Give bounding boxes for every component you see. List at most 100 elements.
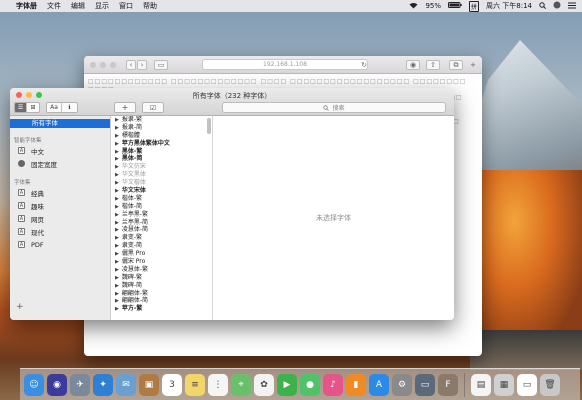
disclosure-triangle-icon[interactable]: ▶ [115,141,119,147]
font-family-row[interactable]: ▶ 凌慧体-繁 [111,266,212,274]
siri-icon[interactable]: ◉ [47,373,67,396]
window-thumb-icon[interactable]: ▭ [517,373,537,396]
notification-center-icon[interactable] [568,2,576,11]
stack-icon[interactable]: ▦ [494,373,514,396]
disclosure-triangle-icon[interactable]: ▶ [115,125,119,131]
wifi-icon[interactable] [409,2,418,11]
disclosure-triangle-icon[interactable]: ▶ [115,172,119,178]
validate-button[interactable]: ☑ [142,102,164,113]
disclosure-triangle-icon[interactable]: ▶ [115,259,119,265]
battery-icon[interactable] [448,2,462,10]
add-font-button[interactable]: + [114,102,136,113]
messages-icon[interactable]: ● [300,373,320,396]
notes-icon[interactable]: ≡ [185,373,205,396]
screenshot-icon[interactable]: ▭ [415,373,435,396]
disclosure-triangle-icon[interactable]: ▶ [115,227,119,233]
font-family-row[interactable]: ▶ 华文黑体 [111,171,212,179]
font-family-row[interactable]: ▶ 魏碑-繁 [111,274,212,282]
sidebar-item-fixed-width[interactable]: 固定宽度 [10,157,110,170]
sidebar-item-pdf[interactable]: A PDF [10,238,110,251]
sidebar-view-toggle[interactable]: ☰ ⊞ [14,102,40,113]
disclosure-triangle-icon[interactable]: ▶ [115,196,119,202]
reminders-icon[interactable]: ⋮ [208,373,228,396]
trash-icon[interactable]: 🗑 [540,373,560,396]
disclosure-triangle-icon[interactable]: ▶ [115,149,119,155]
appstore-icon[interactable]: A [369,373,389,396]
sample-view-icon[interactable]: Aa [47,103,63,112]
disclosure-triangle-icon[interactable]: ▶ [115,243,119,249]
new-tab-icon[interactable]: + [468,60,478,70]
disclosure-triangle-icon[interactable]: ▶ [115,267,119,273]
disclosure-triangle-icon[interactable]: ▶ [115,291,119,297]
disclosure-triangle-icon[interactable]: ▶ [115,212,119,218]
url-field[interactable]: 192.168.1.108 [202,59,368,70]
back-button[interactable]: ‹ [126,60,136,70]
disclosure-triangle-icon[interactable]: ▶ [115,156,119,162]
launchpad-icon[interactable]: ✈ [70,373,90,396]
zoom-icon[interactable] [110,62,116,68]
disclosure-triangle-icon[interactable]: ▶ [115,164,119,170]
font-family-row[interactable]: ▶ 標楷體 [111,132,212,140]
fontbook-icon[interactable]: F [438,373,458,396]
close-icon[interactable] [90,62,96,68]
grid-view-icon[interactable]: ⊞ [27,103,39,112]
minimize-icon[interactable] [100,62,106,68]
sidebar-item-web[interactable]: A 网页 [10,212,110,225]
tabs-button[interactable]: ⧉ [449,60,463,70]
disclosure-triangle-icon[interactable]: ▶ [115,251,119,257]
itunes-icon[interactable]: ♪ [323,373,343,396]
font-family-row[interactable]: ▶ 魏碑-简 [111,282,212,290]
disclosure-triangle-icon[interactable]: ▶ [115,133,119,139]
menu-window[interactable]: 窗口 [119,1,133,11]
input-source-indicator[interactable]: 拼 [469,0,480,12]
document-icon[interactable]: ▤ [471,373,491,396]
font-family-row[interactable]: ▶ 楷体-繁 [111,195,212,203]
font-family-row[interactable]: ▶ 苹方黑体繁体中文 [111,140,212,148]
menu-help[interactable]: 帮助 [143,1,157,11]
font-list-scrollbar[interactable] [207,118,211,134]
system-preferences-icon[interactable]: ⚙ [392,373,412,396]
finder-icon[interactable]: ☺ [24,373,44,396]
sidebar-item-all-fonts[interactable]: 所有字体 [10,119,110,128]
sidebar-toggle-button[interactable]: ▭ [154,60,168,70]
menu-app-name[interactable]: 字体册 [16,1,37,11]
disclosure-triangle-icon[interactable]: ▶ [115,117,119,123]
font-family-row[interactable]: ▶ 兰亭黑-繁 [111,211,212,219]
battery-percent[interactable]: 95% [425,2,441,10]
maps-icon[interactable]: ⌖ [231,373,251,396]
menu-file[interactable]: 文件 [47,1,61,11]
font-family-row[interactable]: ▶ 儷宋 Pro [111,258,212,266]
font-family-row[interactable]: ▶ 苹方-繁 [111,305,212,313]
font-family-row[interactable]: ▶ 报隶-简 [111,124,212,132]
facetime-icon[interactable]: ▶ [277,373,297,396]
spotlight-icon[interactable] [539,1,546,11]
safari-icon[interactable]: ✦ [93,373,113,396]
disclosure-triangle-icon[interactable]: ▶ [115,204,119,210]
clock[interactable]: 周六 下午8:14 [486,1,532,11]
font-list[interactable]: ▶ 报隶-繁 ▶ 报隶-简 ▶ 標楷體 ▶ 苹方黑体繁体中文 ▶ 黑体-繁 ▶ 黑体-简 ▶ 华文仿宋 ▶ 华… [111,116,213,320]
reload-icon[interactable]: ↻ [361,60,367,70]
menu-edit[interactable]: 编辑 [71,1,85,11]
download-button[interactable]: ◉ [406,60,420,70]
add-collection-button[interactable]: + [16,302,24,312]
info-icon[interactable]: ℹ [62,103,77,112]
fontbook-window[interactable]: 所有字体（232 种字体） ☰ ⊞ Aa ℹ + ☑ 搜索 所有字体 智能字体集… [10,88,454,320]
list-view-icon[interactable]: ☰ [15,103,28,112]
font-family-row[interactable]: ▶ 儷黑 Pro [111,250,212,258]
disclosure-triangle-icon[interactable]: ▶ [115,188,119,194]
sidebar-item-chinese[interactable]: A 中文 [10,144,110,157]
siri-menu-icon[interactable] [553,1,561,11]
share-button[interactable]: ⇧ [426,60,440,70]
contacts-icon[interactable]: ▣ [139,373,159,396]
disclosure-triangle-icon[interactable]: ▶ [115,220,119,226]
font-family-row[interactable]: ▶ 隶变-简 [111,242,212,250]
sidebar-item-modern[interactable]: A 现代 [10,225,110,238]
sidebar-item-classic[interactable]: A 经典 [10,186,110,199]
menu-view[interactable]: 显示 [95,1,109,11]
mail-photo-icon[interactable]: ✉ [116,373,136,396]
sidebar-item-fun[interactable]: A 趣味 [10,199,110,212]
font-family-row[interactable]: ▶ 楷体-简 [111,203,212,211]
disclosure-triangle-icon[interactable]: ▶ [115,283,119,289]
disclosure-triangle-icon[interactable]: ▶ [115,298,119,304]
disclosure-triangle-icon[interactable]: ▶ [115,235,119,241]
